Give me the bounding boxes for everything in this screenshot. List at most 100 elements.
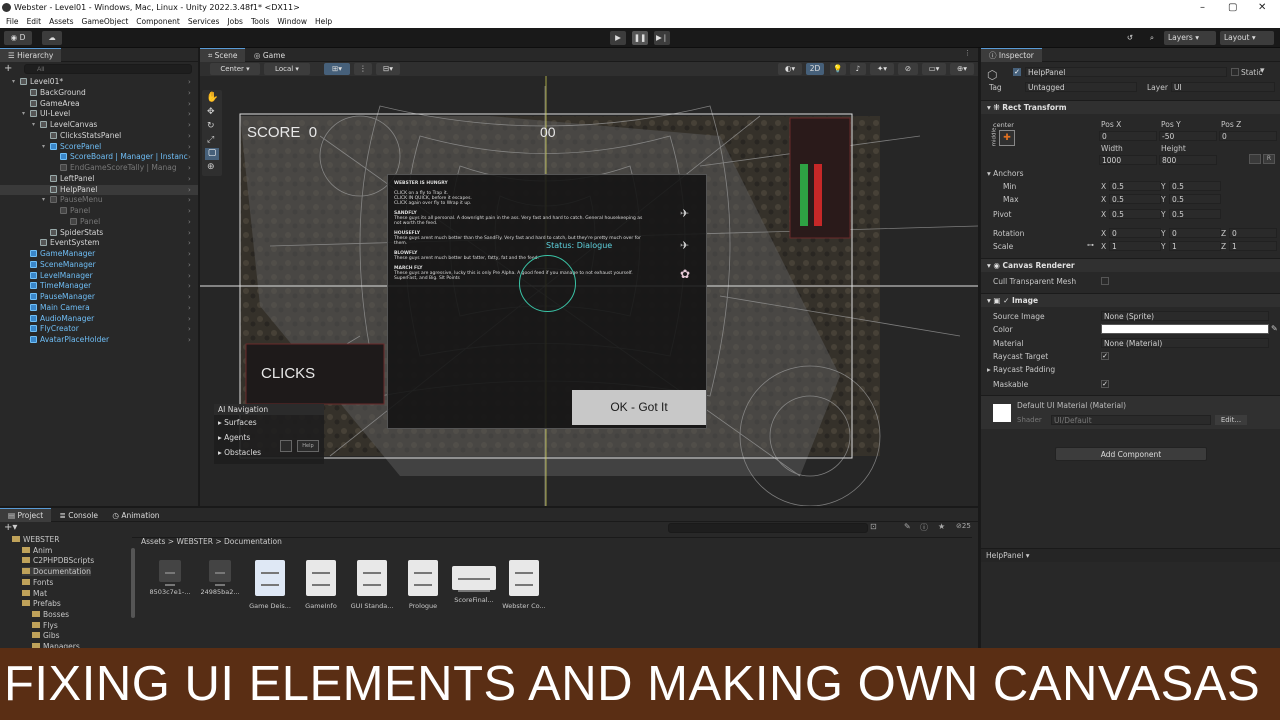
menu-gameobject[interactable]: GameObject xyxy=(82,16,129,28)
hierarchy-item[interactable]: Panel › xyxy=(0,206,198,217)
min-y-field[interactable]: 0.5 xyxy=(1169,181,1221,191)
project-folder[interactable]: Prefabs xyxy=(22,599,61,608)
pivot-x-field[interactable]: 0.5 xyxy=(1109,209,1161,219)
hierarchy-item[interactable]: ScoreBoard | Manager | Instanc › xyxy=(0,152,198,163)
project-asset[interactable]: Webster Co... xyxy=(500,560,548,610)
min-x-field[interactable]: 0.5 xyxy=(1109,181,1161,191)
chevron-right-icon[interactable]: › xyxy=(188,249,191,260)
chevron-right-icon[interactable]: › xyxy=(188,174,191,185)
pivot-dropdown[interactable]: Center ▾ xyxy=(210,63,260,75)
scale-z-field[interactable]: 1 xyxy=(1229,241,1277,251)
scale-tool-icon[interactable]: ⤢ xyxy=(207,135,214,145)
draw-mode-icon[interactable]: ◐▾ xyxy=(778,63,802,75)
project-folder[interactable]: Fonts xyxy=(22,578,53,587)
menu-mini-button[interactable] xyxy=(280,440,292,452)
chevron-right-icon[interactable]: › xyxy=(188,152,191,163)
project-asset[interactable]: GameInfo xyxy=(297,560,345,610)
tab-game[interactable]: ◎ Game xyxy=(248,51,291,60)
chevron-right-icon[interactable]: › xyxy=(188,99,191,110)
chevron-right-icon[interactable]: › xyxy=(188,163,191,174)
pos-y-field[interactable]: -50 xyxy=(1159,131,1217,141)
chevron-right-icon[interactable]: › xyxy=(188,238,191,249)
filter-label-icon[interactable]: ✎ xyxy=(904,522,911,531)
hierarchy-item[interactable]: SceneManager › xyxy=(0,260,198,271)
chevron-right-icon[interactable]: › xyxy=(188,271,191,282)
pivot-y-field[interactable]: 0.5 xyxy=(1169,209,1221,219)
project-folder[interactable]: Documentation xyxy=(22,567,91,577)
tag-dropdown[interactable]: Untagged xyxy=(1025,82,1137,92)
play-button[interactable]: ▶ xyxy=(610,31,626,45)
project-folder[interactable]: C2PHPDBScripts xyxy=(22,556,94,565)
favorite-icon[interactable]: ★ xyxy=(938,522,945,531)
expand-icon[interactable]: ▾ xyxy=(12,77,15,88)
project-asset[interactable]: Prologue xyxy=(399,560,447,610)
hierarchy-item[interactable]: ▾ LevelCanvas › xyxy=(0,120,198,131)
search-icon[interactable]: ⌕ xyxy=(1144,31,1160,45)
chevron-right-icon[interactable]: › xyxy=(188,292,191,303)
expand-icon[interactable]: ▾ xyxy=(32,120,35,131)
menu-window[interactable]: Window xyxy=(277,16,307,28)
chevron-right-icon[interactable]: › xyxy=(188,88,191,99)
hierarchy-search-input[interactable] xyxy=(24,64,192,74)
hierarchy-item[interactable]: ▾ PauseMenu › xyxy=(0,195,198,206)
edit-shader-button[interactable]: Edit... xyxy=(1215,415,1247,425)
chevron-right-icon[interactable]: › xyxy=(188,206,191,217)
effects-icon[interactable]: ✦▾ xyxy=(870,63,894,75)
space-dropdown[interactable]: Local ▾ xyxy=(264,63,310,75)
hierarchy-item[interactable]: GameArea › xyxy=(0,99,198,110)
project-asset[interactable]: GUI Standa... xyxy=(348,560,396,610)
blueprint-mode-icon[interactable] xyxy=(1249,154,1261,164)
camera-icon[interactable]: ▭▾ xyxy=(922,63,946,75)
project-search-input[interactable] xyxy=(668,523,868,533)
history-icon[interactable]: ↺ xyxy=(1122,31,1138,45)
add-icon[interactable]: + xyxy=(4,63,14,74)
width-field[interactable]: 1000 xyxy=(1099,155,1157,165)
breadcrumb-webster[interactable]: WEBSTER xyxy=(176,537,212,546)
project-asset[interactable]: Game Deis... xyxy=(246,560,294,610)
hierarchy-item[interactable]: ▾ UI-Level › xyxy=(0,109,198,120)
hierarchy-item[interactable]: ▾ ScorePanel › xyxy=(0,142,198,153)
chevron-right-icon[interactable]: › xyxy=(188,260,191,271)
hierarchy-item[interactable]: AudioManager › xyxy=(0,314,198,325)
hierarchy-item[interactable]: HelpPanel › xyxy=(0,184,198,196)
scale-y-field[interactable]: 1 xyxy=(1169,241,1221,251)
tab-inspector[interactable]: ⓘ Inspector xyxy=(981,48,1042,62)
chevron-right-icon[interactable]: › xyxy=(188,142,191,153)
canvas-renderer-section[interactable]: ▾ ◉ Canvas Renderer xyxy=(981,258,1280,272)
tree-scrollbar[interactable] xyxy=(131,548,135,618)
gizmos-icon[interactable]: ⊕▾ xyxy=(950,63,974,75)
project-folder[interactable]: Flys xyxy=(32,621,58,630)
hierarchy-item[interactable]: Panel › xyxy=(0,217,198,228)
hierarchy-item[interactable]: BackGround › xyxy=(0,88,198,99)
snap-settings-icon[interactable]: ⊟▾ xyxy=(376,63,400,75)
hierarchy-item[interactable]: EventSystem › xyxy=(0,238,198,249)
project-folder[interactable]: Gibs xyxy=(32,631,60,640)
material-field[interactable]: None (Material) xyxy=(1101,338,1269,348)
menu-file[interactable]: File xyxy=(6,16,19,28)
expand-icon[interactable]: ▾ xyxy=(42,195,45,206)
project-folder[interactable]: WEBSTER xyxy=(12,535,59,544)
breadcrumb-documentation[interactable]: Documentation xyxy=(224,537,282,546)
filter-type-icon[interactable]: ⊡ xyxy=(870,522,877,531)
lighting-icon[interactable]: 💡 xyxy=(830,63,846,75)
scene-more-icon[interactable]: ⋮ xyxy=(964,49,971,57)
pause-button[interactable]: ❚❚ xyxy=(632,31,648,45)
layers-dropdown[interactable]: Layers ▾ xyxy=(1164,31,1216,45)
menu-jobs[interactable]: Jobs xyxy=(227,16,242,28)
cloud-icon[interactable]: ☁ xyxy=(42,31,62,45)
constrain-proportions-icon[interactable]: ⊶ xyxy=(1087,241,1094,249)
chevron-right-icon[interactable]: › xyxy=(188,303,191,314)
info-toggle-icon[interactable]: ⓘ xyxy=(920,522,928,533)
color-swatch[interactable] xyxy=(1101,324,1269,334)
audio-icon[interactable]: ♪ xyxy=(850,63,866,75)
chevron-right-icon[interactable]: › xyxy=(188,131,191,142)
chevron-right-icon[interactable]: › xyxy=(188,335,191,346)
account-button[interactable]: ◉ D xyxy=(4,31,32,45)
hierarchy-item[interactable]: AvatarPlaceHolder › xyxy=(0,335,198,346)
raycast-padding-label[interactable]: ▸ Raycast Padding xyxy=(987,365,1055,374)
add-component-button[interactable]: Add Component xyxy=(1055,447,1207,461)
project-asset[interactable]: 24985ba2... xyxy=(196,560,244,596)
hierarchy-item[interactable]: PauseManager › xyxy=(0,292,198,303)
anchor-preset-button[interactable]: ✚ xyxy=(999,130,1015,146)
max-y-field[interactable]: 0.5 xyxy=(1169,194,1221,204)
